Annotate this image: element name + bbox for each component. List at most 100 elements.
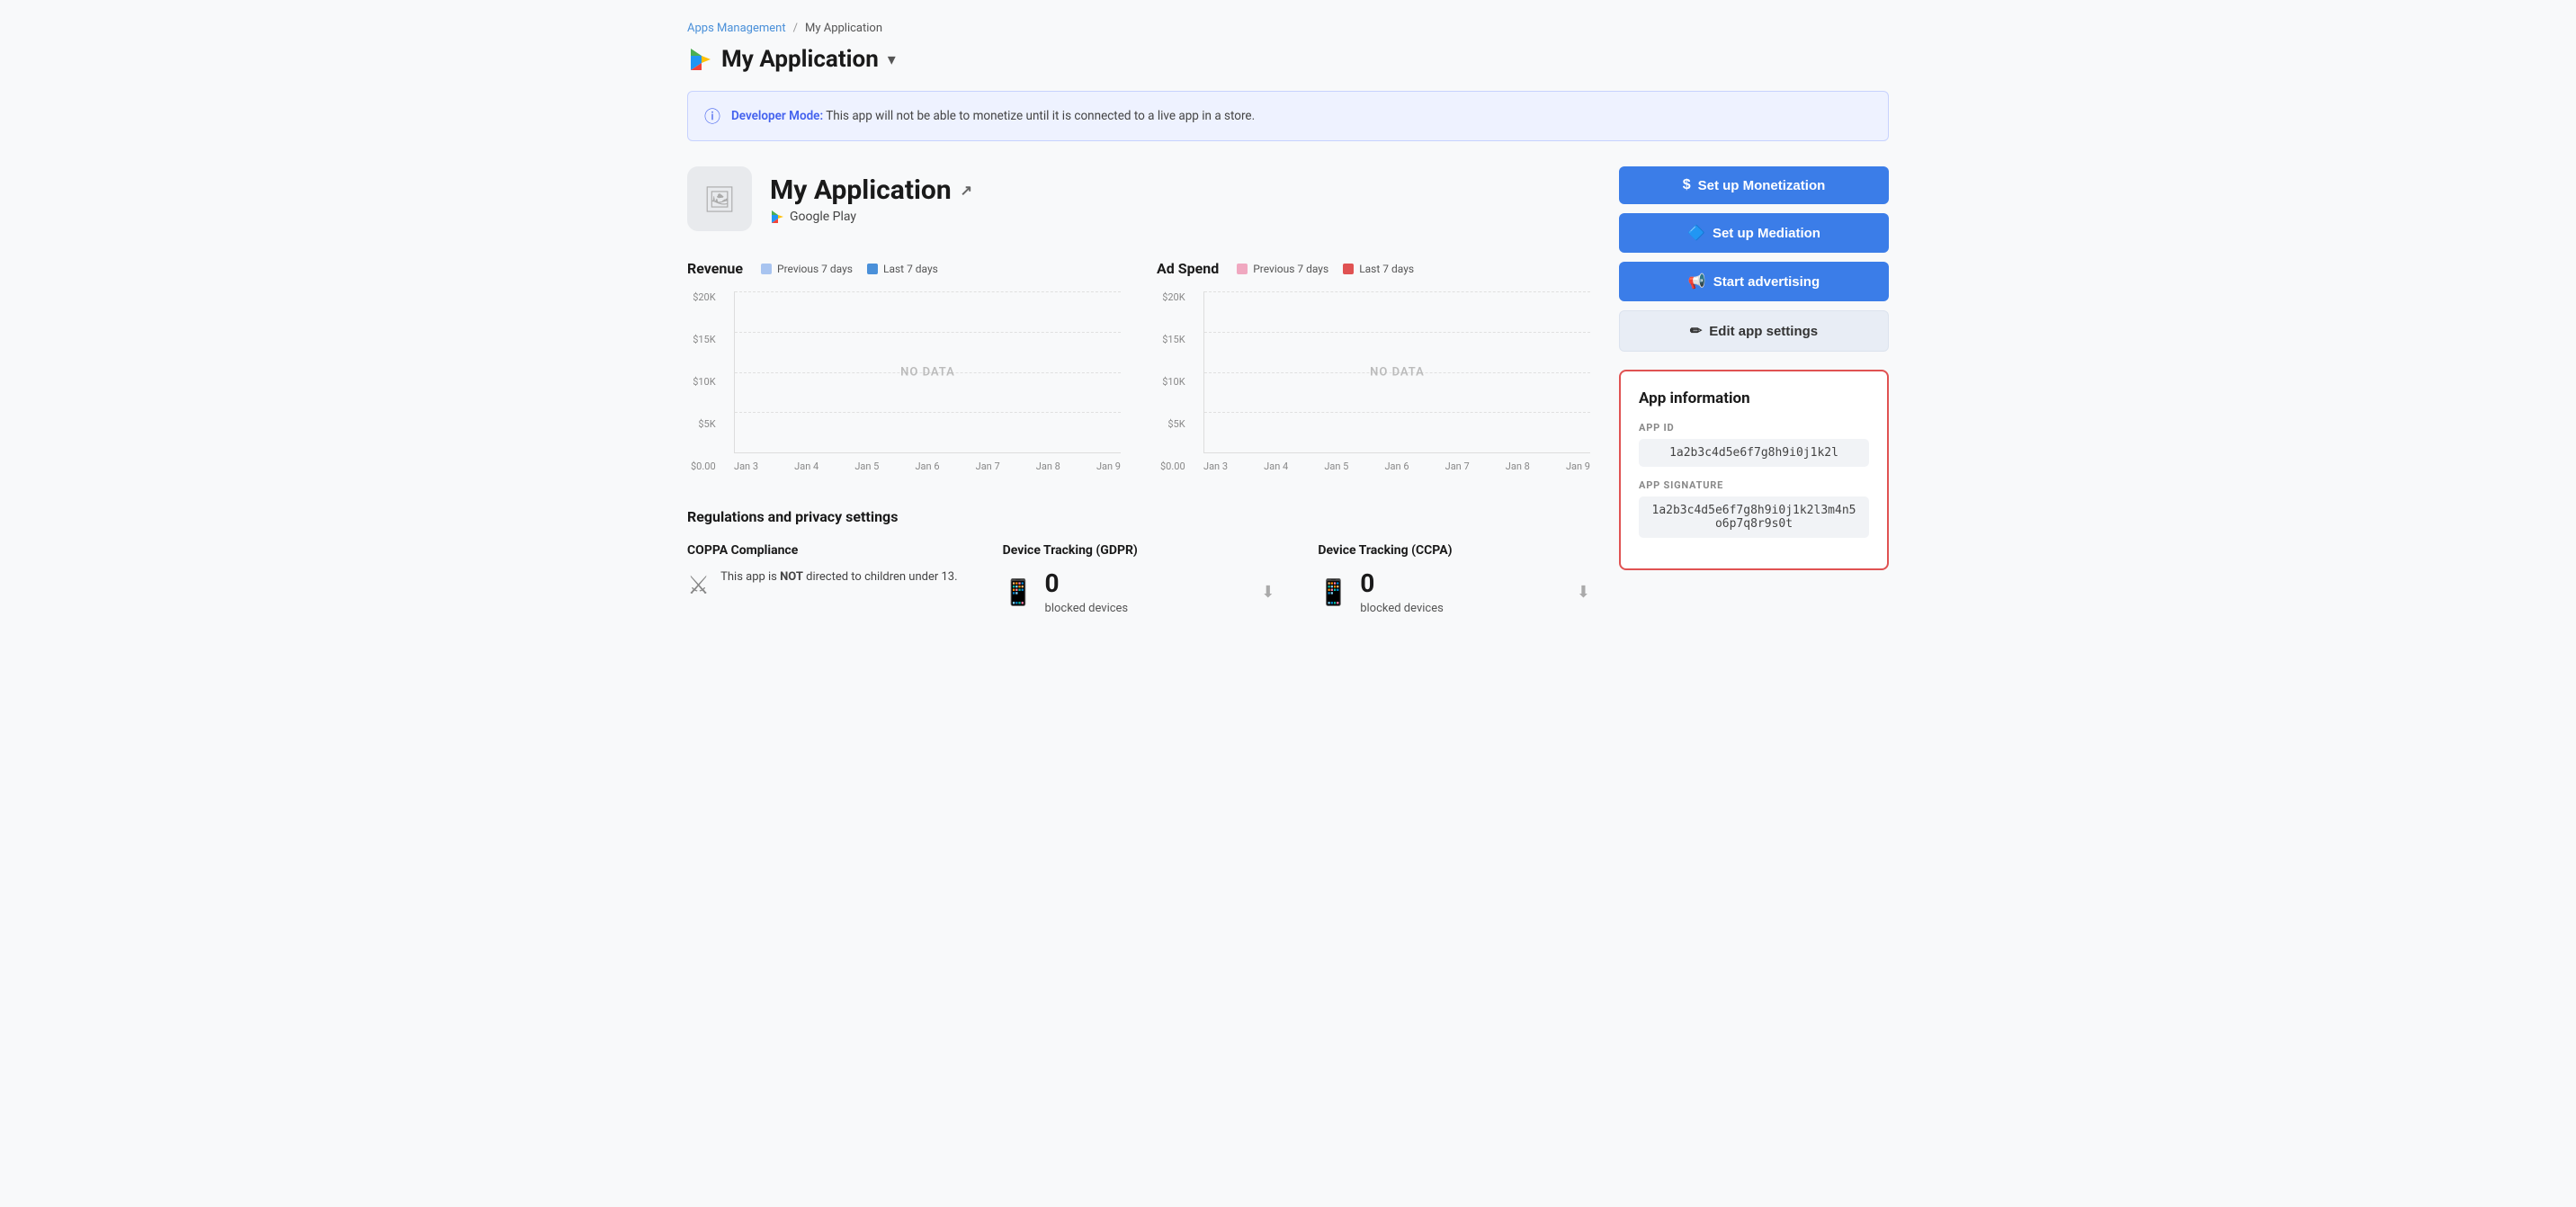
page-title: My Application [721,46,879,73]
gdpr-content: 📱 0 blocked devices ⬇ [1003,568,1275,615]
external-link-icon[interactable]: ↗ [961,182,972,199]
left-panel: 🖼 My Application ↗ Google [687,166,1590,615]
adspend-y-15k: $15K [1160,334,1185,345]
adspend-chart-wrapper: $20K $15K $10K $5K $0.00 [1157,291,1590,472]
adspend-x-labels: Jan 3 Jan 4 Jan 5 Jan 6 Jan 7 Jan 8 Jan … [1203,460,1590,472]
app-name-block: My Application ↗ Google Play [770,174,972,224]
gdpr-phone-icon: 📱 [1003,577,1034,607]
adspend-chart-header: Ad Spend Previous 7 days Last 7 days [1157,260,1590,277]
adspend-x-jan7: Jan 7 [1445,460,1470,472]
breadcrumb-separator: / [793,22,798,35]
adspend-prev-label: Previous 7 days [1253,263,1328,275]
monetization-icon: $ [1683,177,1691,193]
mediation-label: Set up Mediation [1713,226,1820,241]
adspend-grid-2 [1204,332,1590,333]
revenue-x-labels: Jan 3 Jan 4 Jan 5 Jan 6 Jan 7 Jan 8 Jan … [734,460,1121,472]
edit-label: Edit app settings [1709,324,1818,339]
revenue-grid-1 [735,291,1121,292]
action-buttons: $ Set up Monetization 🔷 Set up Mediation… [1619,166,1889,352]
edit-app-settings-button[interactable]: ✏ Edit app settings [1619,310,1889,352]
charts-row: Revenue Previous 7 days Last 7 days [687,260,1590,472]
revenue-legend-last: Last 7 days [867,263,938,275]
revenue-chart-wrapper: $20K $15K $10K $5K $0.00 [687,291,1121,472]
adspend-legend-last: Last 7 days [1343,263,1414,275]
ccpa-count-block: 0 blocked devices [1360,568,1444,615]
regulations-section: Regulations and privacy settings COPPA C… [687,508,1590,615]
setup-monetization-button[interactable]: $ Set up Monetization [1619,166,1889,204]
app-icon-placeholder: 🖼 [703,184,736,214]
revenue-last-dot [867,264,878,274]
revenue-chart-title: Revenue [687,260,743,277]
main-content: 🖼 My Application ↗ Google [687,166,1889,615]
revenue-chart: Revenue Previous 7 days Last 7 days [687,260,1121,472]
gdpr-count-label: blocked devices [1045,602,1129,615]
adspend-y-labels: $20K $15K $10K $5K $0.00 [1160,291,1185,472]
regulations-grid: COPPA Compliance ⚔ This app is NOT direc… [687,543,1590,615]
adspend-prev-dot [1237,264,1248,274]
advertising-icon: 📢 [1688,273,1706,291]
adspend-x-jan9: Jan 9 [1566,460,1590,472]
gdpr-download-icon[interactable]: ⬇ [1261,583,1275,602]
adspend-x-jan6: Jan 6 [1384,460,1409,472]
ccpa-content: 📱 0 blocked devices ⬇ [1318,568,1590,615]
app-id-value: 1a2b3c4d5e6f7g8h9i0j1k2l [1639,439,1869,467]
developer-mode-banner: ⓘ Developer Mode: This app will not be a… [687,91,1889,141]
edit-icon: ✏ [1690,322,1702,340]
revenue-x-jan5: Jan 5 [854,460,879,472]
adspend-y-0: $0.00 [1160,460,1185,472]
info-icon: ⓘ [704,104,720,128]
right-panel: $ Set up Monetization 🔷 Set up Mediation… [1619,166,1889,615]
start-advertising-button[interactable]: 📢 Start advertising [1619,262,1889,301]
adspend-legend: Previous 7 days Last 7 days [1237,263,1414,275]
revenue-y-10k: $10K [691,376,716,388]
app-name-text: My Application [770,174,952,206]
ccpa-title: Device Tracking (CCPA) [1318,543,1590,558]
app-id-label: APP ID [1639,422,1869,434]
breadcrumb-parent[interactable]: Apps Management [687,22,786,35]
coppa-item: COPPA Compliance ⚔ This app is NOT direc… [687,543,960,615]
monetization-label: Set up Monetization [1698,178,1826,193]
breadcrumb-current: My Application [805,22,882,35]
adspend-grid-4 [1204,412,1590,413]
adspend-x-jan3: Jan 3 [1203,460,1228,472]
adspend-chart-title: Ad Spend [1157,260,1219,277]
app-id-field: APP ID 1a2b3c4d5e6f7g8h9i0j1k2l [1639,422,1869,467]
revenue-y-labels: $20K $15K $10K $5K $0.00 [691,291,716,472]
revenue-last-label: Last 7 days [883,263,938,275]
revenue-chart-header: Revenue Previous 7 days Last 7 days [687,260,1121,277]
adspend-chart-body: $20K $15K $10K $5K $0.00 [1203,291,1590,472]
ccpa-download-icon[interactable]: ⬇ [1577,583,1590,602]
title-dropdown-arrow[interactable]: ▾ [888,50,896,69]
revenue-no-data: NO DATA [900,365,955,379]
adspend-y-20k: $20K [1160,291,1185,303]
app-info-title: App information [1639,389,1869,407]
revenue-grid-4 [735,412,1121,413]
revenue-x-jan9: Jan 9 [1096,460,1121,472]
revenue-chart-area: NO DATA [734,291,1121,453]
banner-message: This app will not be able to monetize un… [826,109,1255,123]
revenue-legend: Previous 7 days Last 7 days [761,263,938,275]
adspend-chart: Ad Spend Previous 7 days Last 7 days [1157,260,1590,472]
app-sig-value: 1a2b3c4d5e6f7g8h9i0j1k2l3m4n5o6p7q8r9s0t [1639,496,1869,538]
store-name: Google Play [790,210,856,224]
app-header: 🖼 My Application ↗ Google [687,166,1590,231]
ccpa-item: Device Tracking (CCPA) 📱 0 blocked devic… [1318,543,1590,615]
coppa-text-before: This app is [720,570,780,584]
ccpa-phone-icon: 📱 [1318,577,1349,607]
mediation-icon: 🔷 [1687,224,1705,242]
revenue-y-20k: $20K [691,291,716,303]
app-signature-field: APP SIGNATURE 1a2b3c4d5e6f7g8h9i0j1k2l3m… [1639,479,1869,538]
revenue-prev-label: Previous 7 days [777,263,853,275]
revenue-x-jan8: Jan 8 [1036,460,1060,472]
app-icon-box: 🖼 [687,166,752,231]
adspend-x-jan8: Jan 8 [1506,460,1530,472]
revenue-chart-body: $20K $15K $10K $5K $0.00 [734,291,1121,472]
app-store-row: Google Play [770,210,972,224]
revenue-legend-prev: Previous 7 days [761,263,853,275]
ccpa-count: 0 [1360,568,1444,598]
setup-mediation-button[interactable]: 🔷 Set up Mediation [1619,213,1889,253]
app-sig-label: APP SIGNATURE [1639,479,1869,491]
revenue-prev-dot [761,264,772,274]
banner-text: Developer Mode: This app will not be abl… [731,109,1255,123]
adspend-y-10k: $10K [1160,376,1185,388]
